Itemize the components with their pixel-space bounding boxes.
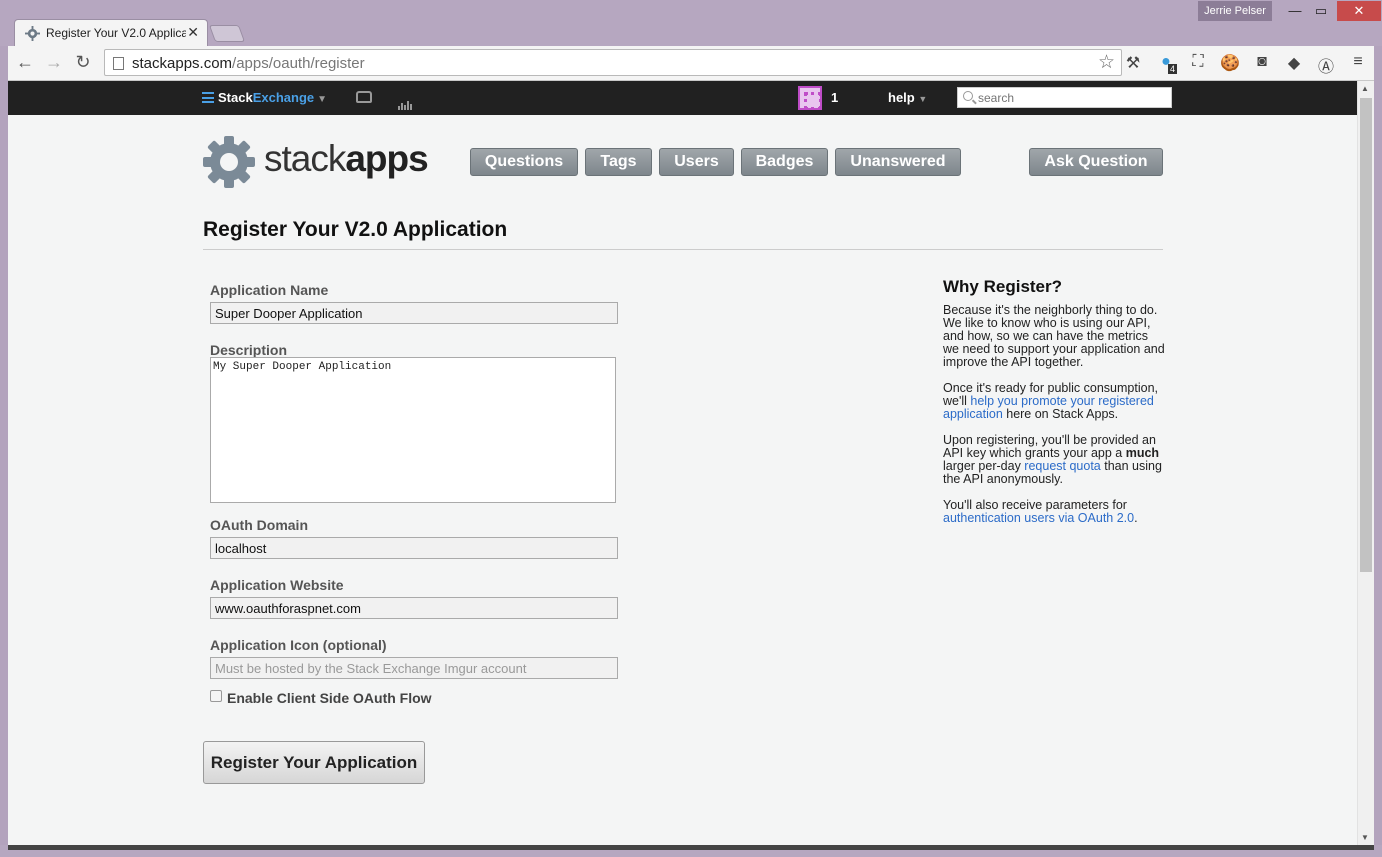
nav-badges[interactable]: Badges: [741, 148, 828, 176]
nav-tags[interactable]: Tags: [585, 148, 652, 176]
reload-icon[interactable]: ↻: [72, 52, 94, 73]
browser-toolbar: ← → ↻ stackapps.com/apps/oauth/register …: [8, 46, 1374, 81]
ask-question-button[interactable]: Ask Question: [1029, 148, 1163, 176]
inbox-icon[interactable]: [356, 91, 372, 103]
sidebar-paragraph: Because it's the neighborly thing to do.…: [943, 303, 1165, 369]
oauth-domain-label: OAuth Domain: [210, 517, 308, 533]
application-name-input[interactable]: Super Dooper Application: [210, 302, 618, 324]
close-tab-icon[interactable]: ✕: [187, 24, 199, 41]
scroll-up-icon[interactable]: ▲: [1361, 84, 1369, 93]
sidebar-paragraph: You'll also receive parameters for authe…: [943, 498, 1138, 525]
register-application-button[interactable]: Register Your Application: [203, 741, 425, 784]
description-textarea[interactable]: My Super Dooper Application: [210, 357, 616, 503]
nav-questions[interactable]: Questions: [470, 148, 578, 176]
extension-icon[interactable]: ⚒: [1123, 53, 1143, 73]
reputation-count[interactable]: 1: [831, 90, 838, 105]
page-scrollbar[interactable]: ▲ ▼: [1357, 81, 1374, 845]
application-icon-label: Application Icon (optional): [210, 637, 387, 653]
bookmark-star-icon[interactable]: ☆: [1098, 51, 1115, 74]
request-quota-link[interactable]: request quota: [1024, 459, 1100, 473]
maximize-button[interactable]: ▭: [1306, 1, 1336, 21]
achievements-icon[interactable]: [398, 92, 413, 110]
new-tab-button[interactable]: [208, 25, 246, 42]
stackapps-logo[interactable]: stackapps: [264, 138, 429, 180]
window-titlebar: Register Your V2.0 Applica ✕ Jerrie Pels…: [0, 0, 1382, 46]
title-divider: [203, 249, 1163, 250]
scroll-down-icon[interactable]: ▼: [1361, 833, 1369, 842]
stackapps-gear-logo-icon[interactable]: [201, 134, 257, 190]
application-website-label: Application Website: [210, 577, 344, 593]
application-name-label: Application Name: [210, 282, 329, 298]
forward-icon[interactable]: →: [43, 52, 65, 73]
sidebar-heading: Why Register?: [943, 277, 1063, 296]
client-side-oauth-label[interactable]: Enable Client Side OAuth Flow: [227, 690, 432, 706]
avatar[interactable]: [798, 86, 822, 110]
search-icon: [963, 91, 973, 101]
help-menu[interactable]: help ▼: [888, 90, 927, 105]
window-bottom-border: [0, 845, 1382, 857]
url-text: stackapps.com/apps/oauth/register: [132, 55, 365, 72]
stackexchange-topbar: StackExchange ▼ 1 help ▼: [8, 81, 1357, 115]
stackexchange-menu[interactable]: StackExchange ▼: [202, 90, 327, 105]
profile-button[interactable]: Jerrie Pelser: [1198, 1, 1272, 21]
address-bar[interactable]: stackapps.com/apps/oauth/register ☆: [104, 49, 1122, 76]
sidebar-paragraph: Once it's ready for public consumption, …: [943, 381, 1158, 421]
search-input[interactable]: [978, 90, 1163, 105]
stackexchange-icon: [202, 92, 214, 103]
page-title: Register Your V2.0 Application: [203, 218, 508, 241]
close-window-button[interactable]: ✕: [1337, 1, 1381, 21]
client-side-oauth-checkbox[interactable]: [210, 690, 222, 702]
search-box[interactable]: [957, 87, 1172, 108]
gear-icon: [25, 26, 40, 41]
scroll-thumb[interactable]: [1360, 98, 1372, 572]
sidebar-paragraph: Upon registering, you'll be provided an …: [943, 433, 1162, 486]
description-label: Description: [210, 342, 288, 358]
ghostery-icon[interactable]: ● 4: [1156, 53, 1178, 74]
angular-icon[interactable]: Ⓐ: [1316, 53, 1336, 76]
owl-icon[interactable]: ◆: [1284, 53, 1304, 73]
nav-users[interactable]: Users: [659, 148, 734, 176]
tab-title: Register Your V2.0 Applica: [46, 26, 186, 40]
page-viewport: StackExchange▼ 1 help ▼ stackapps Questi…: [8, 81, 1374, 845]
cookie-icon[interactable]: 🍪: [1220, 53, 1240, 73]
extension-badge: 4: [1168, 64, 1178, 74]
oauth-domain-input[interactable]: localhost: [210, 537, 618, 559]
application-website-input[interactable]: www.oauthforaspnet.com: [210, 597, 618, 619]
fullscreen-icon[interactable]: ⛶: [1188, 53, 1208, 73]
caret-down-icon: ▼: [317, 94, 328, 105]
application-icon-input[interactable]: Must be hosted by the Stack Exchange Img…: [210, 657, 618, 679]
page-icon: [113, 57, 124, 70]
why-register-sidebar: Why Register? Because it's the neighborl…: [943, 277, 1165, 538]
pocket-icon[interactable]: ◙: [1252, 53, 1272, 73]
oauth-authentication-link[interactable]: authentication users via OAuth 2.0: [943, 511, 1134, 525]
caret-down-icon: ▼: [918, 94, 928, 104]
menu-icon[interactable]: ≡: [1348, 53, 1368, 73]
back-icon[interactable]: ←: [14, 52, 36, 73]
browser-tab[interactable]: Register Your V2.0 Applica ✕: [14, 19, 208, 46]
nav-unanswered[interactable]: Unanswered: [835, 148, 961, 176]
